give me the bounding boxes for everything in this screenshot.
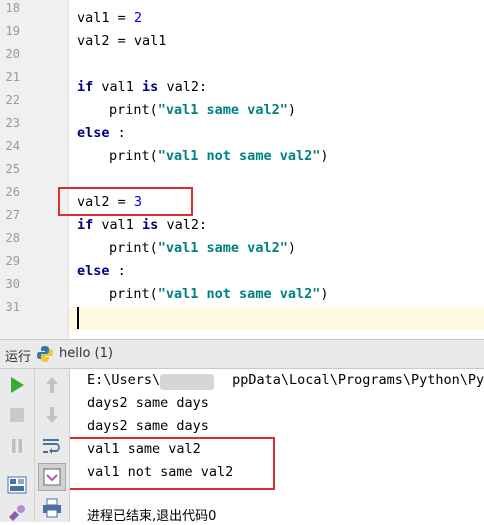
line-number: 30 bbox=[5, 277, 20, 291]
line-number: 19 bbox=[5, 24, 20, 38]
line-number: 29 bbox=[5, 254, 20, 268]
keyword: else bbox=[77, 125, 110, 141]
code-line-22[interactable]: print("val1 same val2") bbox=[109, 99, 296, 122]
line-number: 21 bbox=[5, 70, 20, 84]
keyword: if bbox=[77, 217, 94, 233]
code-line-28[interactable]: print("val1 same val2") bbox=[109, 237, 296, 260]
code-line-23[interactable]: else : bbox=[77, 122, 126, 145]
run-panel-header: 运行 hello (1) bbox=[0, 339, 484, 369]
redacted-username bbox=[160, 374, 214, 390]
code-text: val2 = val1 bbox=[77, 33, 167, 49]
highlight-box bbox=[58, 187, 193, 216]
line-number: 26 bbox=[5, 185, 20, 199]
string-literal: "val1 not same val2" bbox=[157, 148, 321, 164]
code-line-24[interactable]: print("val1 not same val2") bbox=[109, 145, 328, 168]
pin-icon[interactable] bbox=[5, 501, 29, 525]
code-editor[interactable]: 18 19 20 21 22 23 24 25 26 27 28 29 30 3… bbox=[0, 0, 484, 339]
console-toolbar bbox=[35, 369, 70, 522]
code-text: print( bbox=[109, 240, 158, 256]
console-line: days2 same days bbox=[87, 395, 209, 411]
run-tab-label[interactable]: 运行 bbox=[5, 346, 31, 365]
code-text: print( bbox=[109, 102, 158, 118]
line-number: 25 bbox=[5, 162, 20, 176]
process-exit-message: 进程已结束,退出代码0 bbox=[87, 509, 217, 522]
code-text: : bbox=[109, 125, 126, 141]
code-text: val1 bbox=[93, 79, 143, 95]
current-line-highlight bbox=[69, 307, 484, 330]
string-literal: "val1 not same val2" bbox=[157, 286, 321, 302]
keyword: else bbox=[77, 263, 110, 279]
line-number: 18 bbox=[5, 1, 20, 15]
code-text: val2: bbox=[158, 217, 208, 233]
code-text: ) bbox=[287, 102, 296, 118]
line-number: 27 bbox=[5, 208, 20, 222]
code-text: val2: bbox=[158, 79, 208, 95]
keyword: if bbox=[77, 79, 94, 95]
keyword: is bbox=[142, 217, 159, 233]
code-text: print( bbox=[109, 286, 158, 302]
line-number: 23 bbox=[5, 116, 20, 130]
soft-wrap-icon[interactable] bbox=[40, 434, 64, 458]
code-text: val1 = bbox=[77, 10, 134, 26]
stop-icon[interactable] bbox=[5, 403, 29, 427]
line-number: 28 bbox=[5, 231, 20, 245]
line-number: 24 bbox=[5, 139, 20, 153]
python-icon bbox=[36, 345, 54, 363]
console-output[interactable]: E:\Users\ ppData\Local\Programs\Python\Py… bbox=[70, 369, 484, 522]
string-literal: "val1 same val2" bbox=[157, 240, 288, 256]
console-path-start: E:\Users\ bbox=[87, 372, 161, 388]
code-text: ) bbox=[287, 240, 296, 256]
line-number-gutter: 18 19 20 21 22 23 24 25 26 27 28 29 30 3… bbox=[0, 0, 69, 339]
highlight-box bbox=[70, 437, 275, 490]
keyword: is bbox=[142, 79, 159, 95]
run-toolbar bbox=[0, 369, 35, 522]
play-icon[interactable] bbox=[5, 373, 29, 397]
code-text: print( bbox=[109, 148, 158, 164]
code-text: ) bbox=[320, 286, 329, 302]
line-number: 31 bbox=[5, 300, 20, 314]
code-line-30[interactable]: print("val1 not same val2") bbox=[109, 283, 328, 306]
layout-icon[interactable] bbox=[5, 473, 29, 497]
console-line: days2 same days bbox=[87, 418, 209, 434]
arrow-up-icon[interactable] bbox=[40, 373, 64, 397]
code-line-18[interactable]: val1 = 2 bbox=[77, 7, 142, 30]
pause-icon[interactable] bbox=[5, 434, 29, 458]
console-command-line: E:\Users\ ppData\Local\Programs\Python\Py… bbox=[87, 369, 484, 392]
arrow-down-icon[interactable] bbox=[40, 403, 64, 427]
run-config-name[interactable]: hello (1) bbox=[59, 346, 113, 361]
line-number: 22 bbox=[5, 93, 20, 107]
string-literal: "val1 same val2" bbox=[157, 102, 288, 118]
code-line-21[interactable]: if val1 is val2: bbox=[77, 76, 207, 99]
code-line-27[interactable]: if val1 is val2: bbox=[77, 214, 207, 237]
number-literal: 2 bbox=[133, 10, 143, 26]
line-number: 20 bbox=[5, 47, 20, 61]
code-text: val1 bbox=[93, 217, 143, 233]
text-caret bbox=[77, 307, 79, 329]
code-text: : bbox=[109, 263, 126, 279]
scroll-to-end-icon[interactable] bbox=[38, 463, 66, 491]
code-text: ) bbox=[320, 148, 329, 164]
code-line-19[interactable]: val2 = val1 bbox=[77, 30, 166, 53]
console-path-rest: ppData\Local\Programs\Python\Pyth bbox=[232, 372, 484, 388]
code-line-29[interactable]: else : bbox=[77, 260, 126, 283]
print-icon[interactable] bbox=[40, 496, 64, 520]
